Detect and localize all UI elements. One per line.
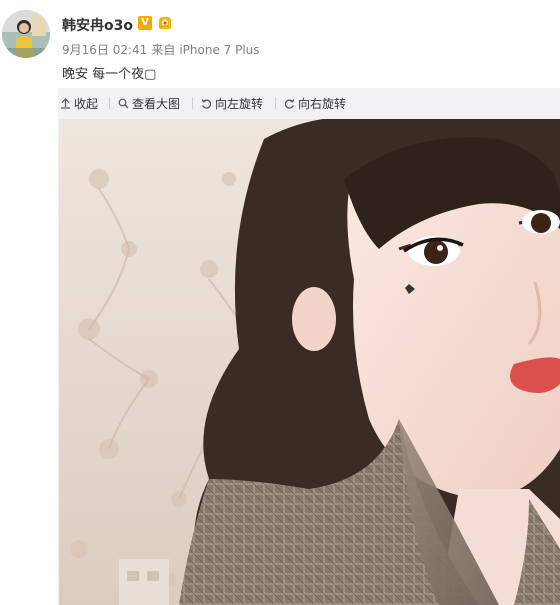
collapse-icon [61,97,70,109]
collapse-label: 收起 [74,96,99,111]
collapse-button[interactable]: 收起 [60,95,98,111]
rotate-left-icon [201,98,212,109]
username[interactable]: 韩安冉o3o [62,15,133,35]
post-device[interactable]: iPhone 7 Plus [179,43,259,57]
rotate-left-label: 向左旋转 [215,96,264,111]
avatar[interactable] [2,10,50,58]
post-photo[interactable] [59,119,560,605]
rotate-right-icon [284,98,295,109]
search-icon [118,98,129,108]
media-box: 收起 查看大图 向左旋转 向右旋转 [58,88,560,605]
rotate-right-button[interactable]: 向右旋转 [284,95,346,111]
rotate-right-label: 向右旋转 [298,96,347,111]
post-text: 晚安 每一个夜▢ [62,67,157,82]
view-large-button[interactable]: 查看大图 [118,95,180,111]
member-icon[interactable] [156,15,174,31]
media-toolbar: 收起 查看大图 向左旋转 向右旋转 [58,88,560,118]
toolbar-divider [275,97,276,109]
post-timestamp[interactable]: 9月16日 02:41 [62,43,147,57]
rotate-left-button[interactable]: 向左旋转 [201,95,263,111]
view-large-label: 查看大图 [132,96,181,111]
verified-icon: V [138,16,152,30]
post-via-label: 来自 [151,43,176,57]
toolbar-divider [192,97,193,109]
post-header: 韩安冉o3o V 9月16日 02:41 来自 iPhone 7 Plus 晚安 每… [0,0,560,88]
post-meta: 9月16日 02:41 来自 iPhone 7 Plus [62,41,264,58]
toolbar-divider [109,97,110,109]
